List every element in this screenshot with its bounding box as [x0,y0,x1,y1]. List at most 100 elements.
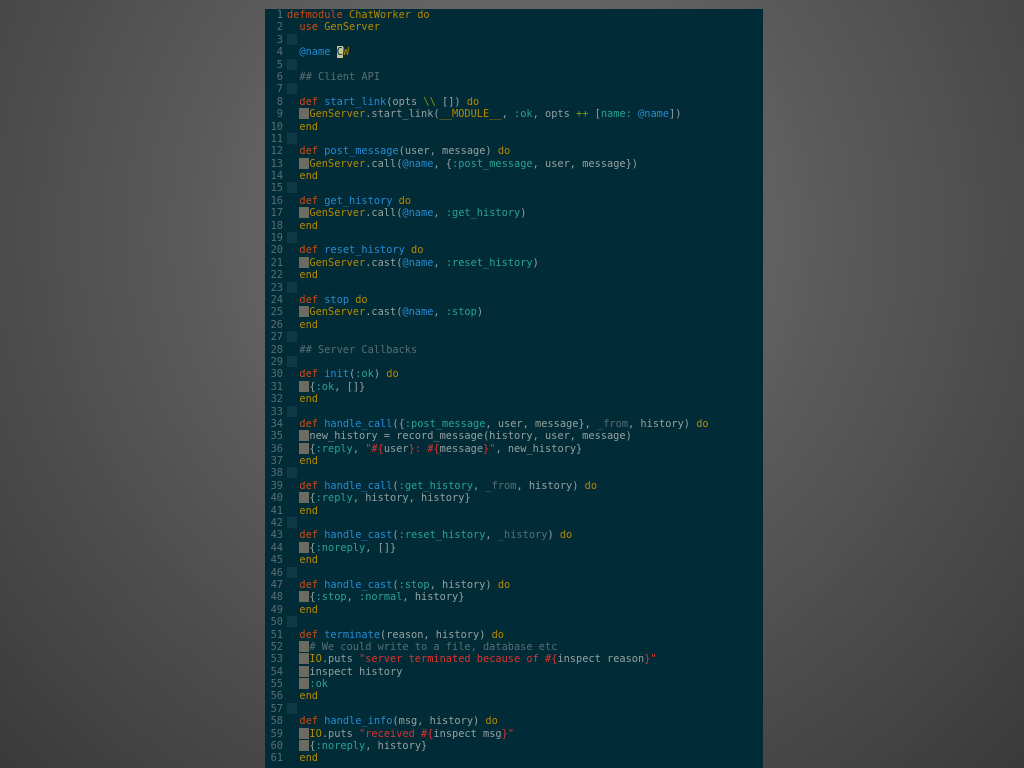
code-token: .puts [321,653,360,666]
code-line[interactable]: 12 def post_message(user, message) do [265,145,763,157]
code-line[interactable]: 53 IO.puts "server terminated because of… [265,653,763,665]
code-token: defmodule [287,9,343,21]
code-line[interactable]: 48 {:stop, :normal, history} [265,591,763,603]
code-line[interactable]: 35 new_history = record_message(history,… [265,430,763,442]
code-line[interactable]: 49 end [265,604,763,616]
code-line[interactable]: 2 use GenServer [265,21,763,33]
whitespace-marker [287,702,297,714]
line-code: @name CW [287,46,350,59]
code-line[interactable]: 50 [265,616,763,628]
code-line[interactable]: 32 end [265,393,763,405]
code-token: handle_call [324,479,393,492]
code-line[interactable]: 47 def handle_cast(:stop, history) do [265,579,763,591]
line-number: 19 [270,232,283,245]
line-number: 13 [270,157,283,170]
code-line[interactable]: 10 end [265,121,763,133]
line-number: 54 [270,665,283,678]
code-line[interactable]: 59 IO.puts "received #{inspect msg}" [265,727,763,740]
code-line[interactable]: 7 [265,83,763,95]
code-line[interactable]: 26 end [265,319,763,331]
line-number: 11 [270,132,283,145]
line-number: 28 [270,343,283,356]
code-line[interactable]: 4 @name CW [265,46,763,59]
line-code: def handle_cast(:stop, history) do [287,579,510,591]
line-number: 46 [270,566,283,579]
code-line[interactable]: 36 {:reply, "#{user}: #{message}", new_h… [265,442,763,455]
code-line[interactable]: 52 # We could write to a file, database … [265,640,763,653]
code-line[interactable]: 28 ## Server Callbacks [265,344,763,356]
code-line[interactable]: 60 {:noreply, history} [265,740,763,752]
code-line[interactable]: 56 end [265,690,763,702]
code-line[interactable]: 51 def terminate(reason, history) do [265,629,763,641]
line-number: 53 [270,653,283,666]
code-line[interactable]: 5 [265,58,763,71]
code-line[interactable]: 1 defmodule ChatWorker do [265,9,763,21]
code-token: def [299,479,319,492]
code-line[interactable]: 17 GenServer.call(@name, :get_history) [265,207,763,219]
code-editor[interactable]: 1 defmodule ChatWorker do 2 use GenServer 3… [265,9,763,768]
code-line[interactable]: 6 ## Client API [265,71,763,83]
code-line[interactable]: 38 [265,467,763,479]
code-line[interactable]: 14 end [265,170,763,182]
code-token: .puts [321,727,360,740]
code-line[interactable]: 43 def handle_cast(:reset_history, _hist… [265,529,763,541]
code-line[interactable]: 58 def handle_info(msg, history) do [265,715,763,727]
code-line[interactable]: 18 end [265,220,763,232]
code-line[interactable]: 30 def init(:ok) do [265,368,763,380]
code-line[interactable]: 33 [265,405,763,418]
code-line[interactable]: 37 end [265,455,763,467]
code-line[interactable]: 22 end [265,269,763,281]
code-line[interactable]: 16 def get_history do [265,195,763,207]
code-token: , history) [429,578,492,591]
code-line[interactable]: 15 [265,182,763,194]
code-line[interactable]: 3 [265,33,763,46]
code-line[interactable]: 31 {:ok, []} [265,380,763,393]
code-line[interactable]: 8 def start_link(opts \\ []) do [265,96,763,108]
code-token: W [342,46,350,59]
code-line[interactable]: 19 [265,232,763,244]
code-token: end [299,554,319,567]
code-line[interactable]: 20 def reset_history do [265,244,763,256]
code-line[interactable]: 42 [265,517,763,529]
code-line[interactable]: 11 [265,132,763,145]
code-token: do [690,417,709,430]
code-line[interactable]: 61 end [265,752,763,764]
code-line[interactable]: 34 def handle_call({:post_message, user,… [265,418,763,430]
code-line[interactable]: 23 [265,281,763,294]
line-number: 49 [270,603,283,616]
code-line[interactable]: 25 GenServer.cast(@name, :stop) [265,306,763,318]
code-line[interactable]: 57 [265,702,763,715]
code-line[interactable]: 27 [265,331,763,343]
line-code: defmodule ChatWorker do [287,9,430,21]
code-line[interactable]: 39 def handle_call(:get_history, _from, … [265,480,763,492]
line-number: 36 [270,442,283,455]
code-line[interactable]: 45 end [265,554,763,566]
code-line[interactable]: 13 GenServer.call(@name, {:post_message,… [265,157,763,170]
code-token: "#{ [365,442,384,455]
code-line[interactable]: 46 [265,566,763,579]
code-line[interactable]: 9 GenServer.start_link(__MODULE__, :ok, … [265,108,763,120]
code-line[interactable]: 24 def stop do [265,294,763,306]
code-line[interactable]: 40 {:reply, history, history} [265,492,763,504]
code-line[interactable]: 54 inspect history [265,665,763,678]
code-token: end [299,120,319,133]
code-line[interactable]: 44 {:noreply, []} [265,541,763,554]
whitespace-marker [287,83,297,95]
line-number: 23 [270,281,283,294]
line-code: def handle_cast(:reset_history, _history… [287,529,572,541]
line-code: def stop do [287,294,367,306]
code-line[interactable]: 29 [265,355,763,368]
code-line[interactable]: 21 GenServer.cast(@name, :reset_history) [265,256,763,269]
code-line[interactable]: 55 :ok [265,678,763,690]
line-number: 61 [270,752,283,765]
code-token: end [299,504,319,517]
code-line[interactable]: 41 end [265,505,763,517]
